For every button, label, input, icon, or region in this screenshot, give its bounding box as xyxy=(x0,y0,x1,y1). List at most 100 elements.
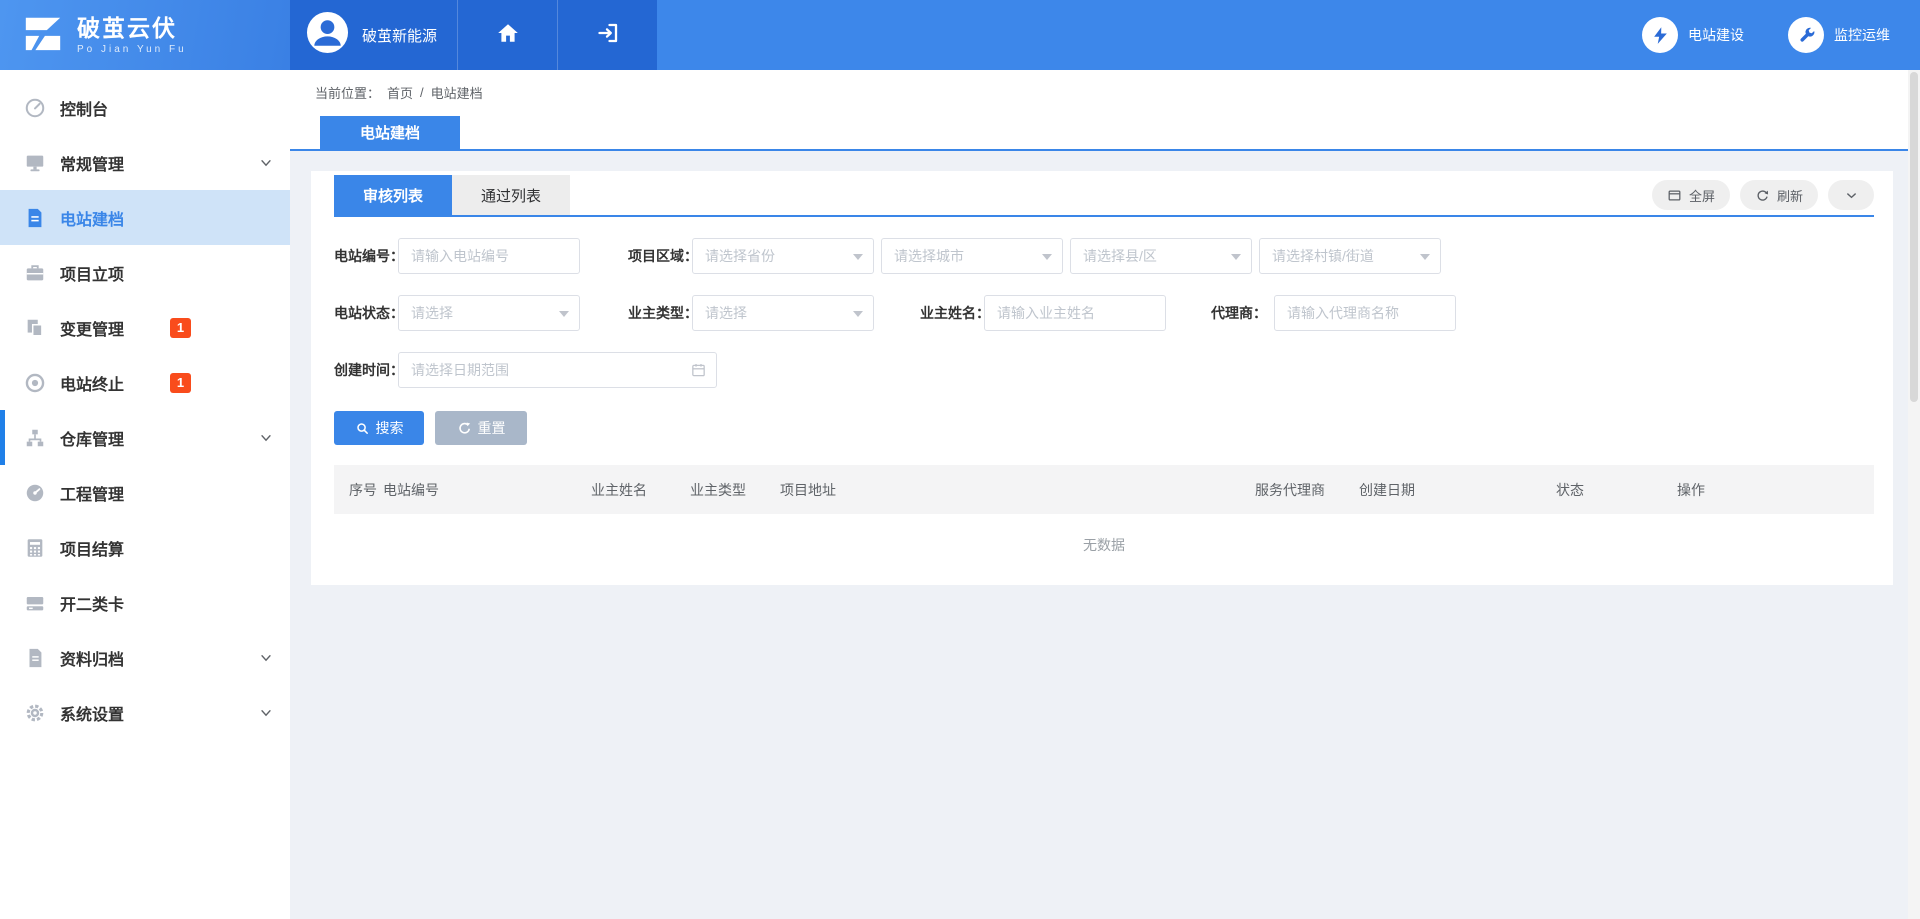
nav-station-build[interactable]: 电站建设 xyxy=(1642,17,1744,53)
agent-label: 代理商： xyxy=(1210,303,1274,323)
sidebar-item-label: 控制台 xyxy=(60,96,108,120)
date-range-input[interactable] xyxy=(398,352,717,388)
briefcase-icon xyxy=(24,262,46,284)
form-row-1: 电站编号： 项目区域： 请选择省份 请选择城市 xyxy=(334,238,1874,274)
chevron-down-icon xyxy=(1844,188,1859,203)
city-select[interactable]: 请选择城市 xyxy=(881,238,1063,274)
region-label: 项目区域： xyxy=(628,246,692,266)
logout-button[interactable] xyxy=(557,0,657,70)
sidebar-item-open-type2-card[interactable]: 开二类卡 xyxy=(0,575,290,630)
list-panel: 审核列表 通过列表 全屏 刷新 xyxy=(311,171,1893,585)
panel-toolbar: 全屏 刷新 xyxy=(1652,180,1874,210)
fullscreen-label: 全屏 xyxy=(1689,186,1715,205)
nav-monitor-ops[interactable]: 监控运维 xyxy=(1788,17,1890,53)
home-button[interactable] xyxy=(457,0,557,70)
table-header-owner-type: 业主类型 xyxy=(690,480,780,500)
collapse-toolbar-button[interactable] xyxy=(1828,180,1874,210)
logout-icon xyxy=(596,21,620,50)
sidebar-item-console[interactable]: 控制台 xyxy=(0,80,290,135)
fullscreen-button[interactable]: 全屏 xyxy=(1652,180,1730,210)
notification-badge: 1 xyxy=(170,318,191,338)
county-select[interactable]: 请选择县/区 xyxy=(1070,238,1252,274)
sidebar-item-label: 资料归档 xyxy=(60,646,124,670)
header-spacer xyxy=(657,0,1642,70)
breadcrumb: 当前位置： 首页 / 电站建档 xyxy=(315,83,1920,102)
province-select-value: 请选择省份 xyxy=(705,246,775,266)
search-button[interactable]: 搜索 xyxy=(334,411,424,445)
user-menu-button[interactable]: 破茧新能源 xyxy=(290,0,457,70)
page-tab-station-archive[interactable]: 电站建档 xyxy=(320,116,460,149)
owner-type-select[interactable]: 请选择 xyxy=(692,295,874,331)
sidebar-item-label: 常规管理 xyxy=(60,151,124,175)
notification-badge: 1 xyxy=(170,373,191,393)
sidebar-item-label: 项目立项 xyxy=(60,261,124,285)
breadcrumb-home-link[interactable]: 首页 xyxy=(387,83,413,102)
sidebar-item-station-termination[interactable]: 电站终止 1 xyxy=(0,355,290,410)
chevron-down-icon xyxy=(259,431,273,445)
tabs-underline xyxy=(334,215,1874,217)
fullscreen-icon xyxy=(1667,188,1682,203)
tab-review-list[interactable]: 审核列表 xyxy=(334,175,452,215)
owner-type-label: 业主类型： xyxy=(628,303,692,323)
town-select[interactable]: 请选择村镇/街道 xyxy=(1259,238,1441,274)
breadcrumb-bar: 当前位置： 首页 / 电站建档 电站建档 xyxy=(290,70,1920,151)
table-header-index: 序号 xyxy=(334,480,383,500)
sidebar-item-system-settings[interactable]: 系统设置 xyxy=(0,685,290,740)
reset-button[interactable]: 重置 xyxy=(435,411,527,445)
refresh-icon xyxy=(1755,188,1770,203)
chevron-down-icon xyxy=(259,706,273,720)
owner-name-input[interactable] xyxy=(984,295,1166,331)
caret-down-icon xyxy=(1042,254,1052,265)
form-actions: 搜索 重置 xyxy=(334,411,1874,445)
nav-station-build-label: 电站建设 xyxy=(1688,25,1744,45)
table-header-create-date: 创建日期 xyxy=(1359,480,1556,500)
sidebar-item-warehouse-mgmt[interactable]: 仓库管理 xyxy=(0,410,290,465)
monitor-icon xyxy=(24,152,46,174)
app-logo[interactable]: 破茧云伏 Po Jian Yun Fu xyxy=(0,0,290,70)
panel-tabs-row: 审核列表 通过列表 全屏 刷新 xyxy=(334,175,1874,215)
main-content: 当前位置： 首页 / 电站建档 电站建档 审核列表 通过列表 全屏 xyxy=(290,70,1920,919)
station-status-label: 电站状态： xyxy=(334,303,398,323)
station-no-label: 电站编号： xyxy=(334,246,398,266)
home-icon xyxy=(496,21,520,50)
table-header-service-agent: 服务代理商 xyxy=(1255,480,1359,500)
agent-input[interactable] xyxy=(1274,295,1456,331)
card-icon xyxy=(24,592,46,614)
sidebar-item-label: 开二类卡 xyxy=(60,591,124,615)
table-header-status: 状态 xyxy=(1556,480,1677,500)
owner-type-value: 请选择 xyxy=(705,303,747,323)
sidebar-item-engineering-mgmt[interactable]: 工程管理 xyxy=(0,465,290,520)
sidebar-item-project-approval[interactable]: 项目立项 xyxy=(0,245,290,300)
table-header-project-address: 项目地址 xyxy=(780,480,1255,500)
breadcrumb-current: 电站建档 xyxy=(431,83,483,102)
station-status-select[interactable]: 请选择 xyxy=(398,295,580,331)
sidebar-item-project-settlement[interactable]: 项目结算 xyxy=(0,520,290,575)
logo-title: 破茧云伏 xyxy=(77,15,187,41)
header-right-nav: 电站建设 监控运维 xyxy=(1642,0,1920,70)
refresh-button[interactable]: 刷新 xyxy=(1740,180,1818,210)
caret-down-icon xyxy=(853,311,863,322)
refresh-label: 刷新 xyxy=(1777,186,1803,205)
page-scrollbar xyxy=(1908,70,1920,919)
copy-icon xyxy=(24,317,46,339)
logo-subtitle: Po Jian Yun Fu xyxy=(77,44,187,55)
search-icon xyxy=(355,421,370,436)
sidebar-item-data-archive[interactable]: 资料归档 xyxy=(0,630,290,685)
province-select[interactable]: 请选择省份 xyxy=(692,238,874,274)
search-button-label: 搜索 xyxy=(376,418,404,438)
table-header-station-no: 电站编号 xyxy=(383,480,591,500)
table-header-row: 序号 电站编号 业主姓名 业主类型 项目地址 服务代理商 创建日期 状态 操作 xyxy=(334,465,1874,514)
scrollbar-thumb[interactable] xyxy=(1910,72,1918,402)
sidebar-item-label: 项目结算 xyxy=(60,536,124,560)
header-user-strip: 破茧新能源 xyxy=(290,0,657,70)
user-avatar-icon xyxy=(306,11,349,59)
sidebar-item-general-mgmt[interactable]: 常规管理 xyxy=(0,135,290,190)
form-row-2: 电站状态： 请选择 业主类型： 请选择 业主 xyxy=(334,295,1874,331)
station-no-input[interactable] xyxy=(398,238,580,274)
calculator-icon xyxy=(24,537,46,559)
sidebar-item-change-mgmt[interactable]: 变更管理 1 xyxy=(0,300,290,355)
sidebar-item-station-archive[interactable]: 电站建档 xyxy=(0,190,290,245)
tab-passed-list[interactable]: 通过列表 xyxy=(452,175,570,215)
dashboard-icon xyxy=(24,97,46,119)
reset-button-label: 重置 xyxy=(478,418,506,438)
